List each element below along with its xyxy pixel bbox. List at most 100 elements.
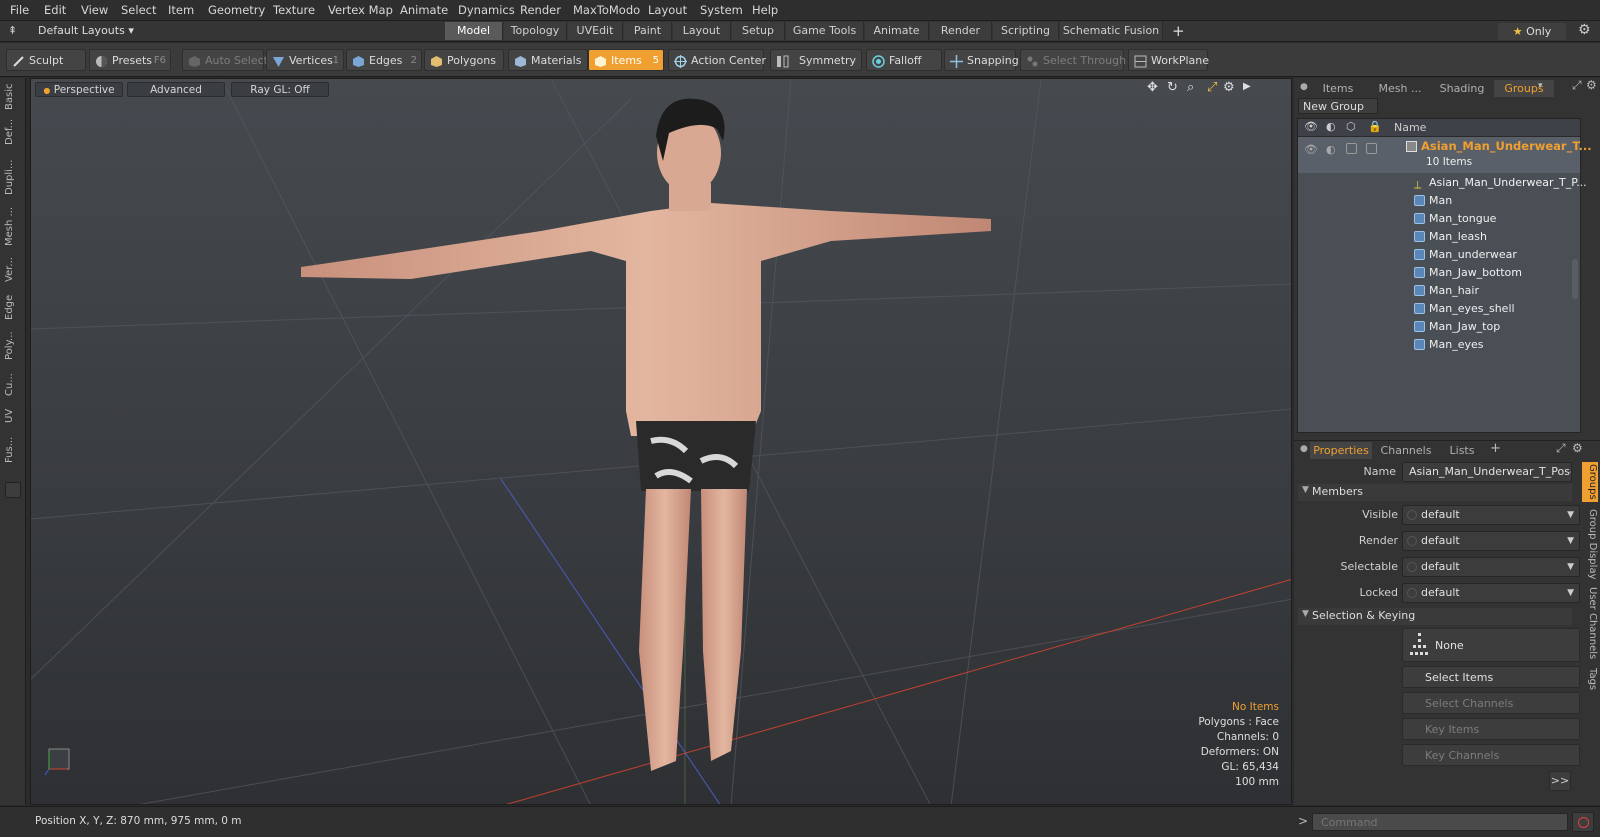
members-collapse-icon[interactable]: ▼ (1302, 485, 1309, 495)
prop-visible-dropdown[interactable]: default ▼ (1402, 505, 1580, 525)
tab-model[interactable]: Model (445, 22, 503, 40)
side-tab-group-display[interactable]: Group Display (1582, 506, 1598, 582)
items-button[interactable]: Items 5 (588, 49, 664, 71)
presets-button[interactable]: Presets F6 (89, 49, 171, 71)
left-tab-basic[interactable]: Basic (4, 82, 22, 112)
right-tab-groups[interactable]: Groups (1494, 80, 1554, 97)
more-options-button[interactable]: >> (1549, 771, 1571, 791)
menu-edit[interactable]: Edit (44, 3, 66, 17)
right-tabs-dropdown-icon[interactable]: ▾ (1538, 81, 1543, 91)
right-tab-shading[interactable]: Shading (1432, 80, 1492, 97)
3d-viewport[interactable]: ● Perspective Advanced Ray GL: Off ✥ ↻ ⌕… (30, 78, 1292, 805)
prop-render-dropdown[interactable]: default ▼ (1402, 531, 1580, 551)
select-through-button[interactable]: Select Through (1020, 49, 1126, 71)
menu-maxtomodo[interactable]: MaxToModo (573, 3, 640, 17)
falloff-button[interactable]: Falloff (866, 49, 942, 71)
panel-expand-icon[interactable]: ⤢ (1572, 78, 1582, 93)
visible-keyframe-dot[interactable] (1407, 510, 1417, 520)
tab-topology[interactable]: Topology (504, 22, 567, 40)
rotate-icon[interactable]: ↻ (1167, 80, 1178, 95)
group-render-icon[interactable]: ◐ (1326, 143, 1336, 156)
list-item[interactable]: Man_underwear (1414, 246, 1517, 264)
left-tab-mesh[interactable]: Mesh ... (4, 204, 22, 248)
select-column-icon[interactable]: ⬡ (1346, 120, 1356, 133)
tab-setup[interactable]: Setup (732, 22, 785, 40)
list-item[interactable]: Man_Jaw_top (1414, 318, 1500, 336)
character-model[interactable] (291, 91, 1011, 791)
left-tab-duplicate[interactable]: Dupli... (4, 154, 22, 200)
list-item[interactable]: Man_leash (1414, 228, 1487, 246)
key-channels-button[interactable]: Key Channels (1402, 744, 1580, 766)
key-items-button[interactable]: Key Items (1402, 718, 1580, 740)
sculpt-button[interactable]: Sculpt (6, 49, 86, 71)
layout-bar-handle-icon[interactable]: ⇞ (8, 24, 17, 37)
properties-expand-icon[interactable]: ⤢ (1556, 441, 1566, 456)
layout-selector[interactable]: Default Layouts ▾ (38, 24, 134, 37)
menu-view[interactable]: View (81, 3, 108, 17)
action-center-button[interactable]: Action Center (668, 49, 766, 71)
tab-render[interactable]: Render (930, 22, 992, 40)
properties-gear-icon[interactable]: ⚙ (1572, 441, 1583, 455)
viewport-perspective-button[interactable]: ● Perspective (35, 82, 123, 97)
record-macro-button[interactable] (1572, 812, 1594, 832)
viewport-raygl-button[interactable]: Ray GL: Off (231, 82, 329, 97)
left-tab-edge[interactable]: Edge (4, 292, 22, 322)
menu-file[interactable]: File (10, 3, 29, 17)
left-tab-deform[interactable]: Def... (4, 114, 22, 150)
group-list-scrollbar[interactable] (1572, 259, 1578, 299)
menu-texture[interactable]: Texture (273, 3, 315, 17)
menu-vertex-map[interactable]: Vertex Map (328, 3, 393, 17)
pan-icon[interactable]: ✥ (1147, 80, 1158, 95)
command-input[interactable] (1312, 813, 1568, 831)
prop-name-field[interactable]: Asian_Man_Underwear_T_Pose ( (1402, 462, 1572, 482)
viewport-advanced-button[interactable]: Advanced (127, 82, 225, 97)
menu-dynamics[interactable]: Dynamics (458, 3, 515, 17)
add-prop-tab-icon[interactable]: + (1490, 441, 1501, 456)
group-row[interactable]: 👁 ◐ Asian_Man_Underwear_T... 10 Items (1298, 137, 1592, 173)
tab-scripting[interactable]: Scripting (993, 22, 1059, 40)
prop-selectable-dropdown[interactable]: default ▼ (1402, 557, 1580, 577)
menu-system[interactable]: System (700, 3, 743, 17)
list-item[interactable]: Man_eyes_shell (1414, 300, 1515, 318)
viewport-menu-arrow-icon[interactable]: ▶ (1243, 81, 1251, 92)
polygons-button[interactable]: Polygons (424, 49, 504, 71)
snapping-button[interactable]: Snapping (944, 49, 1019, 71)
left-tab-fusion[interactable]: Fus... (4, 432, 22, 468)
menu-help[interactable]: Help (752, 3, 778, 17)
only-toggle[interactable]: ★ Only (1498, 23, 1566, 40)
panel-gear-icon[interactable]: ⚙ (1586, 78, 1597, 92)
group-lock-checkbox[interactable] (1366, 143, 1377, 154)
list-item[interactable]: Man_tongue (1414, 210, 1496, 228)
tab-animate[interactable]: Animate (865, 22, 929, 40)
menu-animate[interactable]: Animate (400, 3, 448, 17)
locked-keyframe-dot[interactable] (1407, 588, 1417, 598)
materials-button[interactable]: Materials (508, 49, 588, 71)
menu-select[interactable]: Select (121, 3, 156, 17)
list-item[interactable]: Man_eyes (1414, 336, 1483, 354)
visibility-column-icon[interactable]: 👁 (1304, 120, 1318, 133)
auto-select-button[interactable]: Auto Select (182, 49, 268, 71)
menu-render[interactable]: Render (520, 3, 561, 17)
viewport-gear-icon[interactable]: ⚙ (1223, 80, 1235, 95)
menu-item[interactable]: Item (168, 3, 194, 17)
left-tab-curve[interactable]: Cu... (4, 370, 22, 400)
vertices-button[interactable]: Vertices 1 (266, 49, 344, 71)
selection-keying-section-header[interactable]: ▼ Selection & Keying (1298, 608, 1572, 625)
list-item[interactable]: Man_Jaw_bottom (1414, 264, 1522, 282)
list-item[interactable]: ⟂ Asian_Man_Underwear_T_P... (1414, 174, 1587, 192)
maximize-icon[interactable]: ⤢ (1207, 80, 1217, 95)
left-tabs-toggle-button[interactable] (5, 482, 21, 498)
prop-locked-dropdown[interactable]: default ▼ (1402, 583, 1580, 603)
add-tab-icon[interactable]: + (1172, 22, 1185, 40)
tab-layout[interactable]: Layout (673, 22, 731, 40)
prop-tab-channels[interactable]: Channels (1376, 442, 1436, 459)
menu-geometry[interactable]: Geometry (208, 3, 265, 17)
selectable-keyframe-dot[interactable] (1407, 562, 1417, 572)
workplane-button[interactable]: WorkPlane (1128, 49, 1209, 71)
menu-layout[interactable]: Layout (648, 3, 687, 17)
side-tab-tags[interactable]: Tags (1582, 664, 1598, 694)
select-channels-button[interactable]: Select Channels (1402, 692, 1580, 714)
group-selectable-checkbox[interactable] (1346, 143, 1357, 154)
prop-tab-lists[interactable]: Lists (1440, 442, 1484, 459)
right-tab-items[interactable]: Items (1308, 80, 1368, 97)
